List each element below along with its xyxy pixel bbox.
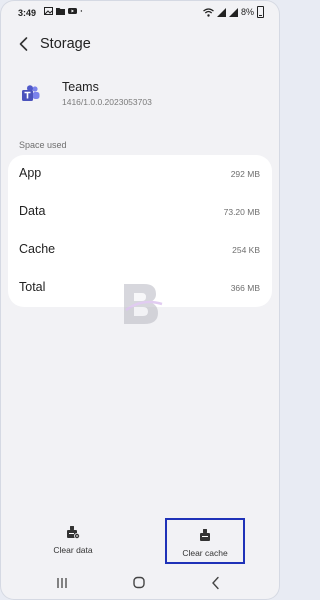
storage-row-app: App 292 MB (8, 155, 272, 193)
row-label: Data (19, 204, 46, 218)
clear-cache-label: Clear cache (182, 548, 228, 558)
battery-percent: 8% (240, 7, 254, 17)
row-value: 73.20 MB (223, 207, 260, 217)
app-version: 1416/1.0.0.2023053703 (62, 97, 152, 107)
status-right-icons: 8% (203, 6, 264, 18)
bottom-actions: Clear data Clear cache (0, 515, 280, 571)
nav-bar (0, 570, 280, 598)
app-info: Teams 1416/1.0.0.2023053703 (0, 72, 280, 114)
status-bar: 3:49 8% (0, 0, 280, 26)
row-value: 366 MB (230, 283, 260, 293)
signal-icon (228, 7, 238, 17)
youtube-icon (68, 8, 77, 14)
wifi-icon (203, 7, 214, 17)
storage-row-cache: Cache 254 KB (8, 231, 272, 269)
section-label-space-used: Space used (19, 140, 67, 150)
teams-icon (22, 85, 40, 101)
dot-icon (80, 10, 83, 12)
row-label: Total (19, 280, 46, 294)
clear-cache-button[interactable]: Clear cache (165, 518, 245, 564)
clear-cache-icon (200, 529, 210, 541)
status-left-icons (44, 7, 85, 15)
row-value: 254 KB (232, 245, 260, 255)
signal-icon (216, 7, 226, 17)
page-title: Storage (40, 36, 91, 52)
storage-row-data: Data 73.20 MB (8, 193, 272, 231)
chevron-left-icon[interactable] (14, 34, 34, 54)
app-name: Teams (62, 80, 99, 94)
battery-icon (257, 6, 264, 18)
app-bar: Storage (0, 28, 280, 64)
clear-data-label: Clear data (53, 545, 93, 555)
back-icon[interactable] (206, 574, 226, 592)
row-value: 292 MB (230, 169, 260, 179)
home-icon[interactable] (129, 574, 149, 592)
clear-data-button[interactable]: Clear data (33, 525, 113, 569)
clear-data-icon (67, 526, 80, 539)
phone-screen: 3:49 8% Storage Teams 1416/1.0.0.2023053… (0, 0, 280, 600)
row-label: App (19, 166, 42, 180)
recent-apps-icon[interactable] (52, 574, 72, 592)
folder-icon (56, 8, 65, 15)
row-label: Cache (19, 242, 56, 256)
status-time: 3:49 (18, 8, 37, 18)
watermark-logo (124, 284, 163, 324)
gallery-icon (44, 7, 53, 15)
